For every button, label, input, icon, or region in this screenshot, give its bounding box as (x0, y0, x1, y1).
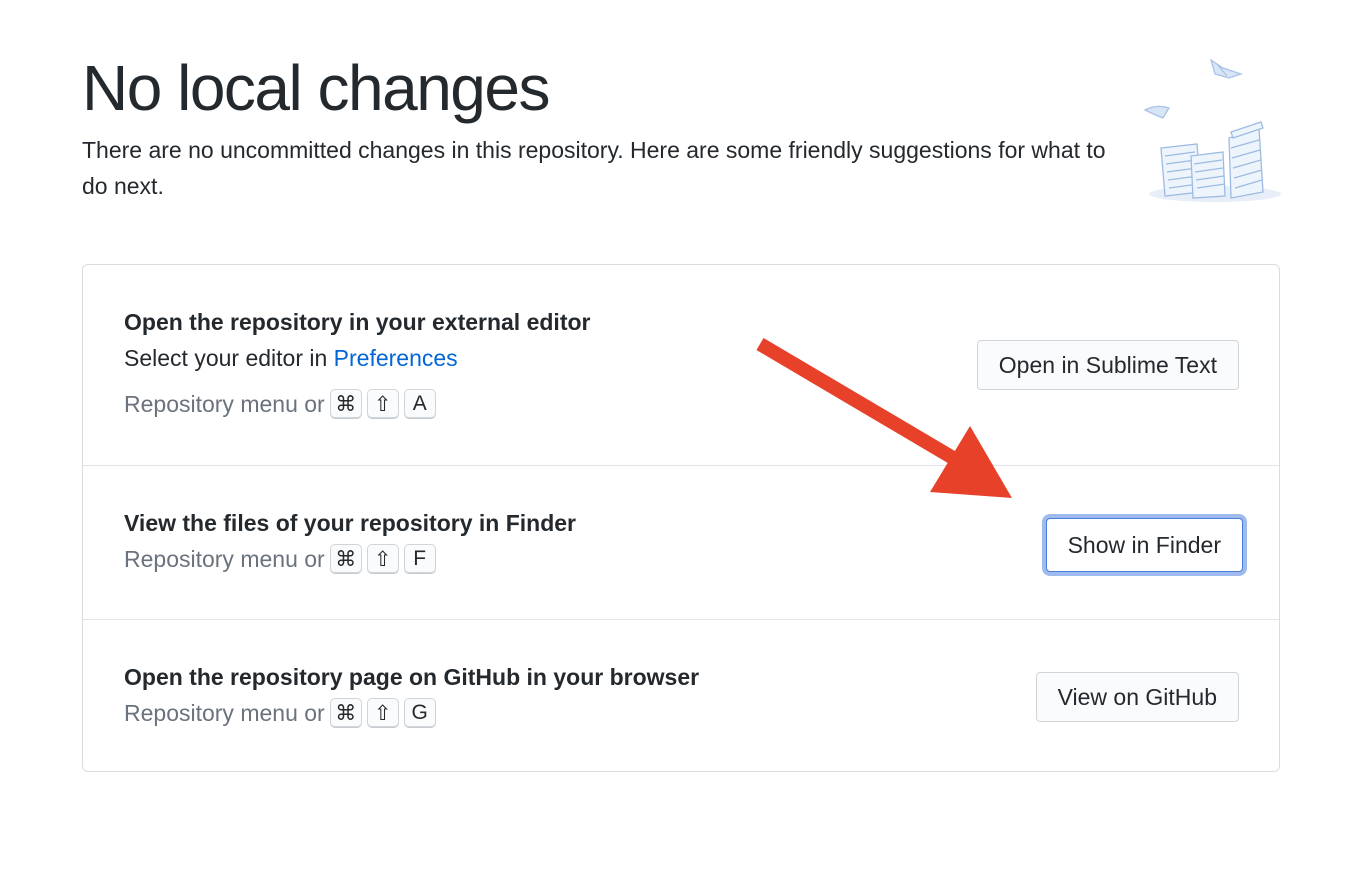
shortcut-prefix: Repository menu or (124, 545, 325, 572)
command-key: ⌘ (329, 698, 362, 728)
subtitle-prefix: Select your editor in (124, 345, 334, 371)
letter-key: A (403, 389, 436, 419)
suggestion-row-github: Open the repository page on GitHub in yo… (83, 619, 1279, 771)
shift-key: ⇧ (366, 544, 399, 574)
suggestions-card: Open the repository in your external edi… (82, 264, 1280, 772)
shortcut-prefix: Repository menu or (124, 390, 325, 417)
suggestion-title: Open the repository in your external edi… (124, 309, 591, 335)
suggestion-title: Open the repository page on GitHub in yo… (124, 664, 700, 690)
command-key: ⌘ (329, 544, 362, 574)
open-in-editor-button[interactable]: Open in Sublime Text (976, 340, 1239, 390)
page-description: There are no uncommitted changes in this… (82, 137, 1106, 199)
view-on-github-button[interactable]: View on GitHub (1035, 672, 1239, 722)
paper-stacks-illustration-icon (1143, 58, 1281, 202)
suggestion-subtitle: Select your editor in Preferences (124, 345, 458, 372)
letter-key: G (403, 698, 436, 728)
command-key: ⌘ (329, 389, 362, 419)
shift-key: ⇧ (366, 698, 399, 728)
shortcut-hint: Repository menu or ⌘ ⇧ A (124, 389, 436, 419)
shortcut-prefix: Repository menu or (124, 699, 325, 726)
suggestion-title: View the files of your repository in Fin… (124, 510, 576, 536)
page-title: No local changes (82, 52, 550, 124)
preferences-link[interactable]: Preferences (334, 345, 458, 371)
show-in-finder-button[interactable]: Show in Finder (1045, 518, 1243, 572)
letter-key: F (403, 544, 436, 574)
suggestion-row-finder: View the files of your repository in Fin… (83, 465, 1279, 619)
suggestion-row-editor: Open the repository in your external edi… (83, 265, 1279, 465)
shift-key: ⇧ (366, 389, 399, 419)
shortcut-hint: Repository menu or ⌘ ⇧ F (124, 544, 436, 574)
shortcut-hint: Repository menu or ⌘ ⇧ G (124, 698, 436, 728)
